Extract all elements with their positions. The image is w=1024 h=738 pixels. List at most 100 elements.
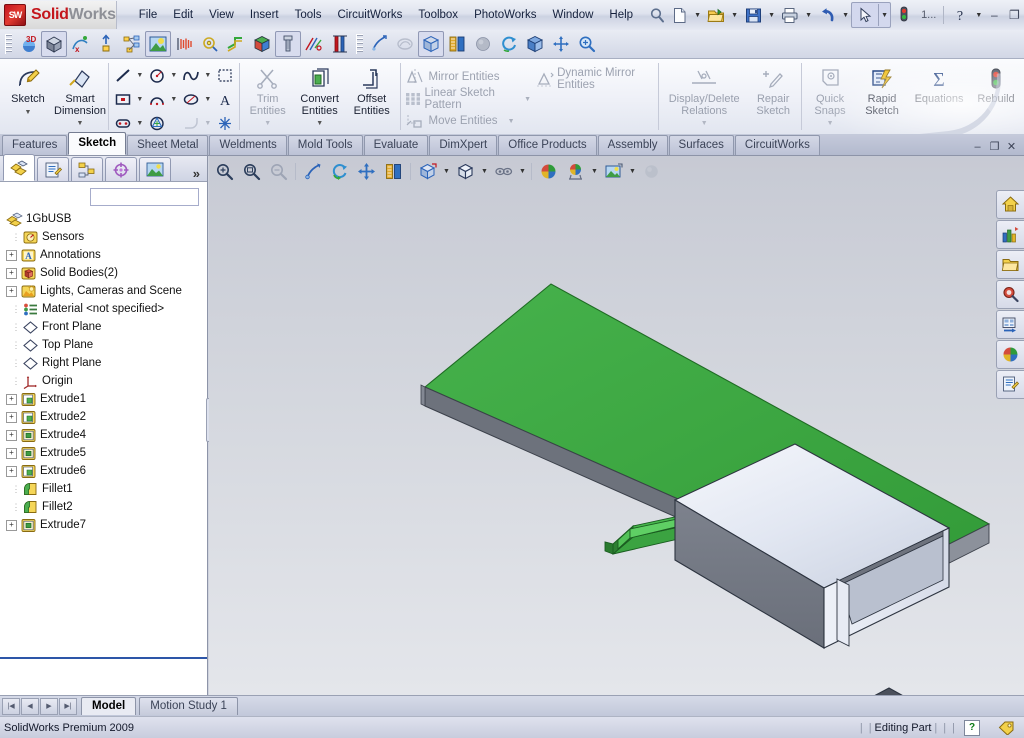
select-cursor-icon[interactable] xyxy=(852,3,878,27)
shaded-part-icon[interactable] xyxy=(41,31,67,57)
rebuild-button[interactable]: Rebuild xyxy=(970,62,1022,106)
bottom-tab-motion-study[interactable]: Motion Study 1 xyxy=(139,697,238,715)
tree-item-extrude7[interactable]: + Extrude7 xyxy=(4,516,207,534)
tree-item-extrude5[interactable]: + Extrude5 xyxy=(4,444,207,462)
expand-icon[interactable]: + xyxy=(6,447,17,459)
undo-caret-icon[interactable]: ▼ xyxy=(840,4,851,26)
tab-sketch[interactable]: Sketch xyxy=(68,132,127,155)
tree-item-part[interactable]: 1GbUSB xyxy=(4,210,207,228)
tags-icon[interactable] xyxy=(998,720,1016,735)
zoom-out-icon[interactable] xyxy=(265,159,292,183)
tab-mold-tools[interactable]: Mold Tools xyxy=(287,135,363,155)
menu-help[interactable]: Help xyxy=(601,5,641,25)
curvature-icon[interactable] xyxy=(392,31,418,57)
tab-assembly[interactable]: Assembly xyxy=(597,135,668,155)
design-library-button[interactable] xyxy=(996,220,1024,249)
last-record-icon[interactable]: ▶| xyxy=(59,697,77,715)
menu-window[interactable]: Window xyxy=(545,5,602,25)
polygon-icon[interactable] xyxy=(145,112,169,134)
section-view-tool-icon[interactable] xyxy=(366,31,392,57)
print-caret-icon[interactable]: ▼ xyxy=(803,4,814,26)
view-settings-caret-icon[interactable]: ▼ xyxy=(627,160,638,182)
rotate-view-icon[interactable] xyxy=(326,159,353,183)
offset-entities-button[interactable]: Offset Entities xyxy=(346,62,398,117)
tree-item-solid-bodies[interactable]: + Solid Bodies(2) xyxy=(4,264,207,282)
help-caret-icon[interactable]: ▼ xyxy=(973,4,984,26)
expand-icon[interactable]: + xyxy=(6,465,17,477)
view-orientation-icon[interactable] xyxy=(414,159,441,183)
rectangle-icon[interactable] xyxy=(111,88,135,111)
magnifier-icon[interactable] xyxy=(649,7,666,24)
appearance-cube-icon[interactable] xyxy=(249,31,275,57)
sketch-fillet-icon[interactable] xyxy=(179,112,203,134)
section-view-icon[interactable] xyxy=(380,159,407,183)
open-folder-caret-icon[interactable]: ▼ xyxy=(729,4,740,26)
sketch-fillet-pattern-icon[interactable] xyxy=(213,64,237,87)
bottom-tab-model[interactable]: Model xyxy=(81,697,137,715)
sheet-metal-icon[interactable] xyxy=(223,31,249,57)
dynamic-mirror-row[interactable]: Dynamic Mirror Entities xyxy=(535,67,656,91)
scene-caret-icon[interactable]: ▼ xyxy=(589,160,600,182)
first-record-icon[interactable]: |◀ xyxy=(2,697,20,715)
dimxpert-icon[interactable] xyxy=(301,31,327,57)
quick-snaps-button[interactable]: Quick Snaps ▼ xyxy=(804,62,856,127)
rotate-view-icon[interactable] xyxy=(496,31,522,57)
smart-dimension-dropdown-caret-icon[interactable]: ▼ xyxy=(77,120,84,127)
hide-show-items-icon[interactable] xyxy=(490,159,517,183)
assembly-tree-icon[interactable] xyxy=(119,31,145,57)
minimize-icon[interactable]: – xyxy=(984,5,1004,25)
tree-item-extrude2[interactable]: + Extrude2 xyxy=(4,408,207,426)
convert-entities-dropdown-caret-icon[interactable]: ▼ xyxy=(316,120,323,127)
toolbar-grip-2[interactable] xyxy=(356,34,363,54)
tree-item-lights-cameras[interactable]: + Lights, Cameras and Scene xyxy=(4,282,207,300)
expand-icon[interactable]: + xyxy=(6,249,17,261)
graphics-area[interactable]: z x y xyxy=(209,156,1024,695)
previous-record-icon[interactable]: ◀ xyxy=(21,697,39,715)
expand-icon[interactable]: + xyxy=(6,267,17,279)
undo-icon[interactable] xyxy=(814,3,840,27)
equations-button[interactable]: Σ Equations xyxy=(908,62,970,106)
document-minimize-icon[interactable]: – xyxy=(969,138,986,155)
rapid-sketch-button[interactable]: Rapid Sketch xyxy=(856,62,908,117)
extrude-boss-icon[interactable] xyxy=(93,31,119,57)
3d-sketch-icon[interactable]: 3D xyxy=(15,31,41,57)
linear-sketch-pattern-row[interactable]: Linear Sketch Pattern ▼ xyxy=(403,87,531,111)
expand-icon[interactable]: + xyxy=(6,411,17,423)
tab-surfaces[interactable]: Surfaces xyxy=(668,135,734,155)
rollback-bar[interactable] xyxy=(0,657,207,659)
document-restore-icon[interactable]: ❐ xyxy=(986,138,1003,155)
spline-icon[interactable] xyxy=(179,64,203,87)
isometric-box-icon[interactable] xyxy=(418,31,444,57)
scene-icon[interactable] xyxy=(562,159,589,183)
expand-icon[interactable]: + xyxy=(6,429,17,441)
previous-view-icon[interactable] xyxy=(299,159,326,183)
expand-icon[interactable]: + xyxy=(6,285,17,297)
repair-sketch-button[interactable]: Repair Sketch xyxy=(747,62,799,117)
appearances-icon[interactable] xyxy=(535,159,562,183)
new-document-caret-icon[interactable]: ▼ xyxy=(692,4,703,26)
view-palette-button[interactable] xyxy=(996,310,1024,339)
help-question-icon[interactable]: ? xyxy=(947,3,973,27)
custom-properties-button[interactable] xyxy=(996,370,1024,399)
menu-insert[interactable]: Insert xyxy=(242,5,287,25)
menu-photoworks[interactable]: PhotoWorks xyxy=(466,5,544,25)
mirror-entities-row[interactable]: Mirror Entities xyxy=(403,66,532,88)
display-manager-tab[interactable] xyxy=(139,157,171,181)
linear-sketch-pattern-caret-icon[interactable]: ▼ xyxy=(524,96,531,103)
tab-dimxpert[interactable]: DimXpert xyxy=(429,135,498,155)
ellipse-icon[interactable] xyxy=(179,88,203,111)
menu-file[interactable]: File xyxy=(131,5,166,25)
trim-entities-button[interactable]: Trim Entities ▼ xyxy=(242,62,294,127)
display-style-icon[interactable] xyxy=(444,31,470,57)
pan-icon[interactable] xyxy=(353,159,380,183)
toolbar-grip[interactable] xyxy=(5,34,12,54)
tab-features[interactable]: Features xyxy=(2,135,68,155)
tree-item-extrude4[interactable]: + Extrude4 xyxy=(4,426,207,444)
menu-tools[interactable]: Tools xyxy=(287,5,330,25)
menu-view[interactable]: View xyxy=(201,5,242,25)
expand-panel-icon[interactable]: » xyxy=(193,166,207,181)
spline-caret-icon[interactable]: ▼ xyxy=(203,72,213,79)
tree-item-extrude1[interactable]: + Extrude1 xyxy=(4,390,207,408)
tab-office-products[interactable]: Office Products xyxy=(498,135,597,155)
tab-sheet-metal[interactable]: Sheet Metal xyxy=(127,135,209,155)
